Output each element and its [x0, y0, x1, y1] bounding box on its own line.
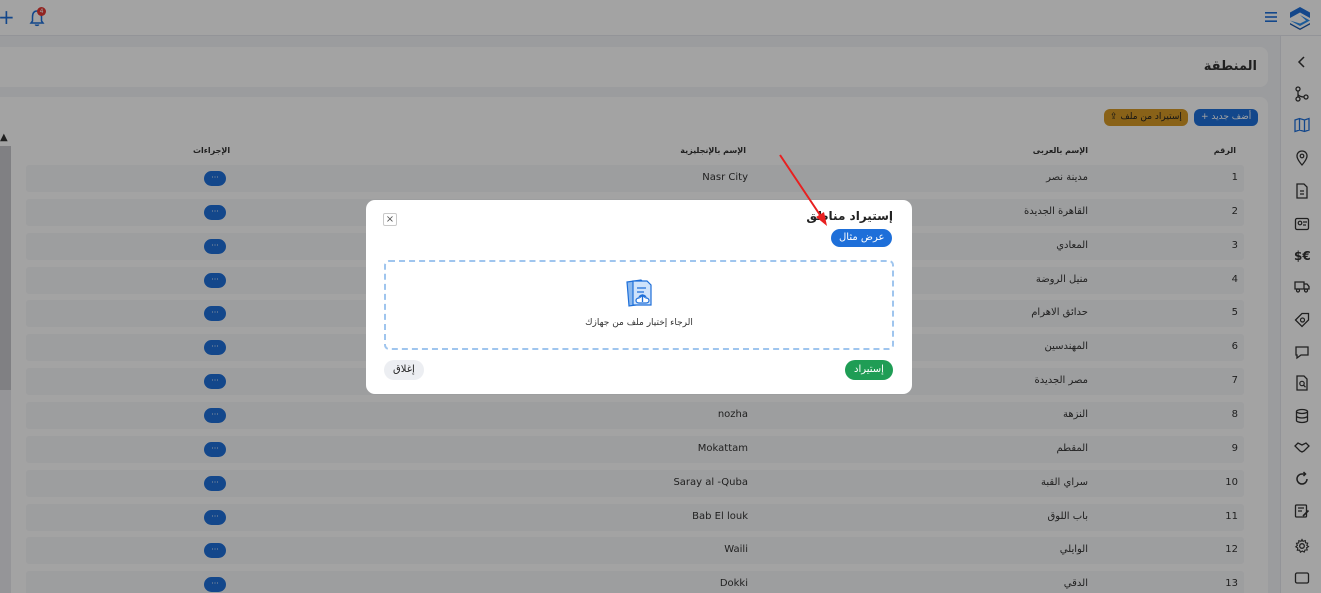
modal-title: إستيراد مناطق [806, 209, 893, 223]
show-example-button[interactable]: عرض مثال [831, 229, 893, 247]
import-button[interactable]: إستيراد [845, 360, 893, 380]
import-areas-modal: إستيراد مناطق × عرض مثال الرجاء إختيار م… [366, 200, 912, 394]
file-dropzone[interactable]: الرجاء إختيار ملف من جهازك [384, 260, 894, 350]
dropzone-hint: الرجاء إختيار ملف من جهازك [585, 318, 693, 328]
close-icon[interactable]: × [383, 213, 397, 226]
close-button[interactable]: إغلاق [384, 360, 424, 380]
file-upload-icon [626, 279, 652, 307]
